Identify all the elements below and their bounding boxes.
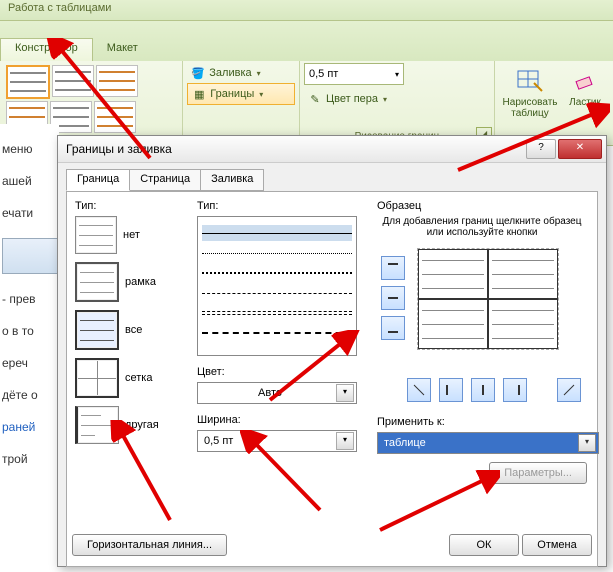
border-diag-down-toggle[interactable] bbox=[407, 378, 431, 402]
preset-all[interactable]: все bbox=[75, 310, 185, 350]
preset-none[interactable]: нет bbox=[75, 216, 185, 254]
document-background: меню ашей ечати - прев о в то ереч дёте … bbox=[0, 124, 59, 572]
color-label: Цвет: bbox=[197, 366, 357, 378]
border-vmiddle-toggle[interactable] bbox=[471, 378, 495, 402]
style-label: Тип: bbox=[197, 200, 357, 212]
style-thumb[interactable] bbox=[94, 101, 136, 133]
line-weight-combo[interactable]: 0,5 пт▾ bbox=[304, 63, 404, 85]
width-combo[interactable]: 0,5 пт ▾ bbox=[197, 430, 357, 452]
ribbon-content: ц 🪣 Заливка ▦ Границы 0,5 пт▾ ✎ Цвет пер… bbox=[0, 61, 613, 146]
pen-icon: ✎ bbox=[307, 91, 323, 107]
chevron-down-icon: ▾ bbox=[336, 432, 354, 450]
group-shading-borders: 🪣 Заливка ▦ Границы bbox=[183, 61, 300, 145]
draw-table-icon bbox=[514, 67, 546, 95]
ribbon-tab-row: Конструктор Макет bbox=[0, 21, 613, 61]
tab-design[interactable]: Конструктор bbox=[0, 38, 93, 61]
preview-label: Образец bbox=[377, 200, 587, 212]
draw-table-button[interactable]: Нарисовать таблицу bbox=[499, 65, 561, 121]
type-label: Тип: bbox=[75, 200, 185, 212]
cancel-button[interactable]: Отмена bbox=[522, 534, 592, 556]
group-draw-borders: 0,5 пт▾ ✎ Цвет пера Рисование границ ◢ bbox=[300, 61, 495, 145]
pen-color-button[interactable]: ✎ Цвет пера bbox=[304, 89, 404, 109]
style-thumb[interactable] bbox=[52, 65, 94, 97]
tab-layout[interactable]: Макет bbox=[93, 39, 153, 61]
border-bottom-toggle[interactable] bbox=[381, 316, 405, 340]
preview-diagram[interactable] bbox=[417, 248, 559, 350]
tab-page[interactable]: Страница bbox=[129, 169, 201, 191]
preview-column: Образец Для добавления границ щелкните о… bbox=[377, 200, 587, 484]
chevron-down-icon: ▾ bbox=[336, 384, 354, 402]
preset-box[interactable]: рамка bbox=[75, 262, 185, 302]
border-diag-up-toggle[interactable] bbox=[557, 378, 581, 402]
preview-hint: Для добавления границ щелкните образец и… bbox=[377, 216, 587, 238]
border-left-toggle[interactable] bbox=[439, 378, 463, 402]
border-hmiddle-toggle[interactable] bbox=[381, 286, 405, 310]
group-draw-tools: Нарисовать таблицу Ластик bbox=[495, 61, 613, 145]
style-thumb[interactable] bbox=[6, 65, 50, 99]
tab-shading[interactable]: Заливка bbox=[200, 169, 264, 191]
dialog-footer: Горизонтальная линия... ОК Отмена bbox=[72, 534, 592, 556]
ok-button[interactable]: ОК bbox=[449, 534, 519, 556]
border-right-toggle[interactable] bbox=[503, 378, 527, 402]
borders-icon: ▦ bbox=[191, 86, 207, 102]
preset-grid[interactable]: сетка bbox=[75, 358, 185, 398]
help-button[interactable]: ? bbox=[526, 139, 556, 159]
width-label: Ширина: bbox=[197, 414, 357, 426]
ribbon-context-tabs: Работа с таблицами bbox=[0, 0, 613, 21]
border-top-toggle[interactable] bbox=[381, 256, 405, 280]
style-column: Тип: Цвет: Авто ▾ Ширина: 0,5 пт ▾ bbox=[197, 200, 357, 452]
context-title: Работа с таблицами bbox=[0, 0, 119, 24]
dialog-titlebar[interactable]: Границы и заливка ? ✕ bbox=[58, 136, 606, 163]
color-combo[interactable]: Авто ▾ bbox=[197, 382, 357, 404]
close-button[interactable]: ✕ bbox=[558, 139, 602, 159]
tab-border[interactable]: Граница bbox=[66, 169, 130, 191]
style-thumb[interactable] bbox=[96, 65, 138, 97]
paint-bucket-icon: 🪣 bbox=[190, 65, 206, 81]
line-style-list[interactable] bbox=[197, 216, 357, 356]
options-button: Параметры... bbox=[489, 462, 587, 484]
dialog-panel: Тип: нет рамка все сетка другая bbox=[66, 191, 598, 567]
apply-label: Применить к: bbox=[377, 416, 587, 428]
borders-shading-dialog: Границы и заливка ? ✕ Граница Страница З… bbox=[57, 135, 607, 567]
apply-to-combo[interactable]: таблице ▾ bbox=[377, 432, 599, 454]
eraser-icon bbox=[569, 67, 601, 95]
borders-button[interactable]: ▦ Границы bbox=[187, 83, 295, 105]
eraser-button[interactable]: Ластик bbox=[561, 65, 609, 110]
dialog-tabs: Граница Страница Заливка bbox=[58, 163, 606, 191]
shading-button[interactable]: 🪣 Заливка bbox=[187, 63, 295, 83]
chevron-down-icon: ▾ bbox=[578, 434, 596, 452]
dialog-title: Границы и заливка bbox=[62, 142, 524, 156]
preset-custom[interactable]: другая bbox=[75, 406, 185, 444]
presets-column: Тип: нет рамка все сетка другая bbox=[75, 200, 185, 452]
horizontal-line-button[interactable]: Горизонтальная линия... bbox=[72, 534, 227, 556]
